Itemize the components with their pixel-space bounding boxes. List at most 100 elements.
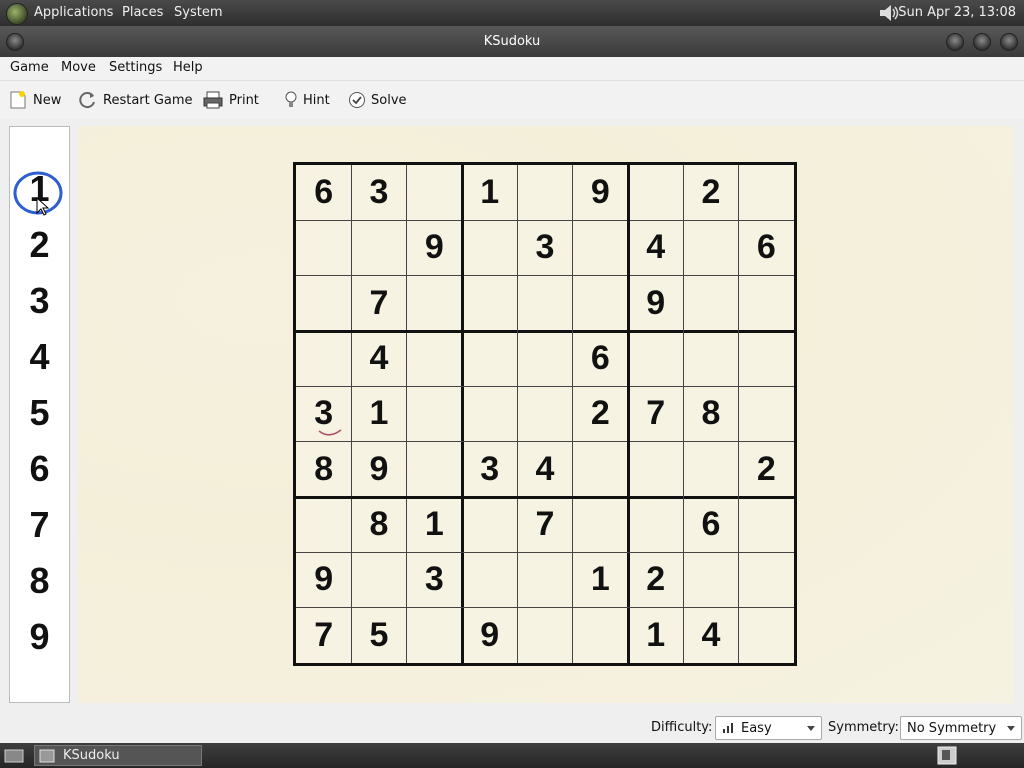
sudoku-cell[interactable]: 9 <box>296 552 351 607</box>
sudoku-cell[interactable]: 7 <box>296 608 351 663</box>
sudoku-cell[interactable] <box>462 220 517 275</box>
sudoku-cell[interactable] <box>683 331 738 386</box>
sudoku-cell[interactable] <box>517 552 572 607</box>
sudoku-cell[interactable] <box>296 331 351 386</box>
window-titlebar[interactable]: KSudoku <box>0 26 1024 57</box>
sudoku-cell[interactable] <box>351 552 406 607</box>
sudoku-cell[interactable] <box>683 552 738 607</box>
new-button[interactable]: New <box>8 88 61 112</box>
sudoku-cell[interactable] <box>407 276 462 331</box>
sudoku-cell[interactable]: 9 <box>573 165 628 220</box>
sudoku-cell[interactable]: 1 <box>407 497 462 552</box>
sudoku-cell[interactable]: 8 <box>351 497 406 552</box>
gnome-foot-icon[interactable] <box>6 3 28 25</box>
sudoku-cell[interactable]: 1 <box>351 386 406 441</box>
sudoku-cell[interactable] <box>517 165 572 220</box>
sudoku-cell[interactable] <box>407 608 462 663</box>
places-menu[interactable]: Places <box>122 5 163 20</box>
show-desktop-icon[interactable] <box>4 747 24 764</box>
system-menu[interactable]: System <box>174 5 222 20</box>
sudoku-cell[interactable] <box>573 497 628 552</box>
hint-button[interactable]: Hint <box>284 88 330 112</box>
applications-menu[interactable]: Applications <box>34 5 113 20</box>
menu-settings[interactable]: Settings <box>109 60 162 75</box>
sudoku-cell[interactable] <box>739 276 794 331</box>
menu-game[interactable]: Game <box>10 60 49 75</box>
number-selector-item[interactable]: 2 <box>10 225 69 265</box>
sudoku-cell[interactable]: 9 <box>351 442 406 497</box>
menu-help[interactable]: Help <box>173 60 203 75</box>
difficulty-select[interactable]: Easy <box>715 716 822 740</box>
close-icon[interactable] <box>1000 33 1018 51</box>
sudoku-cell[interactable] <box>462 276 517 331</box>
sudoku-cell[interactable] <box>739 497 794 552</box>
menu-move[interactable]: Move <box>61 60 96 75</box>
sudoku-cell[interactable] <box>462 552 517 607</box>
sudoku-cell[interactable] <box>739 386 794 441</box>
sudoku-cell[interactable]: 6 <box>296 165 351 220</box>
sudoku-cell[interactable] <box>573 276 628 331</box>
sudoku-cell[interactable] <box>739 331 794 386</box>
sudoku-cell[interactable] <box>628 442 683 497</box>
sudoku-cell[interactable] <box>517 276 572 331</box>
sudoku-cell[interactable] <box>739 552 794 607</box>
workspace-switcher-icon[interactable] <box>937 746 957 765</box>
sudoku-cell[interactable]: 7 <box>517 497 572 552</box>
sudoku-cell[interactable]: 8 <box>683 386 738 441</box>
volume-icon[interactable] <box>878 3 900 23</box>
sudoku-cell[interactable]: 4 <box>517 442 572 497</box>
sudoku-cell[interactable] <box>573 442 628 497</box>
sudoku-cell[interactable] <box>296 497 351 552</box>
sudoku-cell[interactable] <box>296 276 351 331</box>
sudoku-cell[interactable] <box>296 220 351 275</box>
sudoku-cell[interactable] <box>462 497 517 552</box>
sudoku-cell[interactable]: 3 <box>517 220 572 275</box>
number-selector-item[interactable]: 3 <box>10 281 69 321</box>
sudoku-cell[interactable]: 7 <box>628 386 683 441</box>
minimize-icon[interactable] <box>946 33 964 51</box>
sudoku-cell[interactable]: 1 <box>462 165 517 220</box>
number-selector-item[interactable]: 5 <box>10 393 69 433</box>
number-selector-item[interactable]: 9 <box>10 617 69 657</box>
sudoku-cell[interactable]: 1 <box>628 608 683 663</box>
sudoku-cell[interactable]: 2 <box>628 552 683 607</box>
sudoku-cell[interactable]: 3 <box>407 552 462 607</box>
sudoku-cell[interactable] <box>628 331 683 386</box>
sudoku-cell[interactable] <box>407 165 462 220</box>
sudoku-cell[interactable]: 8 <box>296 442 351 497</box>
sudoku-cell[interactable] <box>739 608 794 663</box>
solve-button[interactable]: Solve <box>348 88 407 112</box>
number-selector-item[interactable]: 7 <box>10 505 69 545</box>
sudoku-cell[interactable] <box>407 442 462 497</box>
sudoku-cell[interactable]: 4 <box>628 220 683 275</box>
print-button[interactable]: Print <box>202 88 259 112</box>
sudoku-cell[interactable] <box>683 442 738 497</box>
sudoku-cell[interactable] <box>517 331 572 386</box>
maximize-icon[interactable] <box>973 33 991 51</box>
sudoku-cell[interactable] <box>683 220 738 275</box>
sudoku-cell[interactable]: 6 <box>739 220 794 275</box>
sudoku-cell[interactable] <box>462 331 517 386</box>
sudoku-cell[interactable] <box>517 386 572 441</box>
number-selector-item[interactable]: 8 <box>10 561 69 601</box>
sudoku-cell[interactable] <box>407 386 462 441</box>
number-selector-item[interactable]: 4 <box>10 337 69 377</box>
sudoku-cell[interactable] <box>517 608 572 663</box>
sudoku-cell[interactable]: 3 <box>462 442 517 497</box>
sudoku-cell[interactable]: 2 <box>739 442 794 497</box>
sudoku-cell[interactable] <box>462 386 517 441</box>
number-selector-item[interactable]: 6 <box>10 449 69 489</box>
sudoku-cell[interactable]: 9 <box>407 220 462 275</box>
sudoku-cell[interactable] <box>573 220 628 275</box>
sudoku-cell[interactable] <box>573 608 628 663</box>
restart-game-button[interactable]: Restart Game <box>78 88 193 112</box>
sudoku-cell[interactable] <box>739 165 794 220</box>
sudoku-cell[interactable]: 4 <box>351 331 406 386</box>
sudoku-cell[interactable]: 6 <box>683 497 738 552</box>
sudoku-cell[interactable]: 5 <box>351 608 406 663</box>
sudoku-cell[interactable]: 3 <box>351 165 406 220</box>
clock[interactable]: Sun Apr 23, 13:08 <box>898 5 1016 20</box>
sudoku-cell[interactable]: 2 <box>573 386 628 441</box>
sudoku-cell[interactable]: 7 <box>351 276 406 331</box>
sudoku-cell[interactable] <box>628 497 683 552</box>
